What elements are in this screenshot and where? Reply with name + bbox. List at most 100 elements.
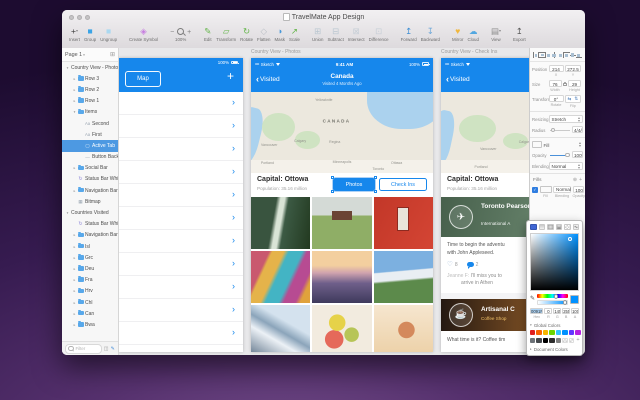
zoom-control[interactable]: −+	[170, 26, 191, 36]
toolbar-export-button[interactable]: ↥Export	[513, 26, 526, 42]
toolbar-ungroup-button[interactable]: ■Ungroup	[100, 26, 117, 42]
toolbar-scale-button[interactable]: ↗Scale	[289, 26, 300, 42]
align-left-icon[interactable]	[545, 52, 551, 58]
radius-field[interactable]: 4/4/0/0	[572, 126, 583, 133]
width-field[interactable]: 76	[549, 80, 562, 87]
layer-row-row-1[interactable]: ▸Row 1	[62, 96, 118, 107]
global-color-swatch[interactable]	[549, 338, 554, 343]
x-field[interactable]: 214	[549, 65, 564, 72]
fill-checkbox[interactable]: ✓	[532, 187, 538, 193]
page-selector[interactable]: Page 1 ▾ ⊞	[62, 48, 118, 62]
artboard-country-photos[interactable]: ••••• Sketch 9:41 AM 100% ‹ Visited Cana…	[251, 58, 433, 352]
add-fill-icon[interactable]: +	[579, 177, 582, 183]
toolbar-edit-button[interactable]: ✎Edit	[203, 26, 212, 42]
flip-horizontal-icon[interactable]: ⇆	[566, 96, 573, 102]
distribute-horizontally-icon[interactable]	[533, 52, 539, 58]
selection-handle[interactable]	[331, 190, 334, 193]
toolbar-union-button[interactable]: ⊞Union	[312, 26, 323, 42]
stepper-icon[interactable]	[579, 141, 581, 147]
toolbar-group-button[interactable]: ■Group	[84, 26, 96, 42]
layer-row-row-3[interactable]: ▸Row 3	[62, 73, 118, 84]
toolbar-create-symbol-button[interactable]: ◈Create Symbol	[129, 26, 158, 42]
toolbar-view-button[interactable]: ▤▾View	[491, 26, 501, 42]
solid-color-icon[interactable]	[530, 224, 537, 230]
layer-row-deu[interactable]: ▸Deu	[62, 263, 118, 274]
toolbar-backward-button[interactable]: ↧Backward	[421, 26, 440, 42]
distribute-vertically-icon[interactable]	[539, 52, 545, 58]
layer-row-grc[interactable]: ▸Grc	[62, 252, 118, 263]
global-colors-disclosure[interactable]: ▾ Global Colors	[530, 323, 579, 328]
layer-row-navigation-bar[interactable]: ▸Navigation Bar	[62, 185, 118, 196]
toolbar-mirror-button[interactable]: ♥Mirror	[452, 26, 463, 42]
global-color-swatch[interactable]	[530, 330, 535, 335]
layer-row-can[interactable]: ▸Can	[62, 308, 118, 319]
layer-row-navigation-bar[interactable]: ▸Navigation Bar	[62, 230, 118, 241]
fill-color-well[interactable]	[540, 186, 552, 193]
toolbar-rotate-button[interactable]: ↻Rotate	[240, 26, 253, 42]
toolbar-transform-button[interactable]: ▱Transform	[216, 26, 236, 42]
y-field[interactable]: 272.5	[565, 65, 581, 72]
layer-row-hrv[interactable]: ▸Hrv	[62, 286, 118, 297]
layer-row-status-bar-white[interactable]: ↻Status Bar White	[62, 219, 118, 230]
toolbar-difference-button[interactable]: ⊡Difference	[369, 26, 389, 42]
canvas[interactable]: Country View - Photos Country View - Che…	[119, 48, 529, 355]
global-color-swatch[interactable]	[569, 330, 574, 335]
global-color-swatch[interactable]	[543, 330, 548, 335]
fill-color-swatch[interactable]	[532, 141, 542, 148]
selection-handle[interactable]	[331, 176, 334, 179]
hue-slider[interactable]	[537, 294, 568, 298]
align-bottom-icon[interactable]	[576, 52, 582, 58]
global-color-swatch[interactable]	[543, 338, 548, 343]
flip-vertical-icon[interactable]: ⇅	[573, 96, 580, 102]
rotate-field[interactable]: 0°	[549, 95, 564, 102]
layer-row-chl[interactable]: ▸Chl	[62, 297, 118, 308]
flip-buttons[interactable]: ⇆⇅	[565, 95, 581, 103]
artboard-label-checkins[interactable]: Country View - Check Ins	[441, 49, 497, 55]
global-color-swatch[interactable]	[536, 330, 541, 335]
selection-handle[interactable]	[374, 176, 377, 179]
layer-row-bitmap[interactable]: ▦Bitmap	[62, 196, 118, 207]
toolbar-100-button[interactable]: −+100%	[170, 26, 191, 42]
global-color-swatch[interactable]	[556, 338, 561, 343]
toolbar-subtract-button[interactable]: ⊟Subtract	[327, 26, 343, 42]
saturation-brightness-picker[interactable]	[530, 233, 579, 291]
eyedropper-icon[interactable]: ✎	[530, 296, 535, 303]
pages-grid-icon[interactable]: ⊞	[110, 51, 115, 58]
align-right-icon[interactable]	[558, 52, 564, 58]
global-color-swatch[interactable]	[569, 338, 574, 343]
toolbar-forward-button[interactable]: ↥Forward	[401, 26, 417, 42]
align-center-horizontal-icon[interactable]	[551, 52, 557, 58]
global-color-swatch[interactable]	[562, 330, 567, 335]
photos-tab-button[interactable]: Photos	[333, 178, 375, 191]
radial-gradient-icon[interactable]	[547, 224, 554, 230]
alpha-slider[interactable]	[537, 300, 568, 305]
filter-input[interactable]: Filter	[65, 344, 102, 354]
gear-icon[interactable]: ⊛	[573, 177, 577, 183]
layer-row-bwa[interactable]: ▸Bwa	[62, 319, 118, 330]
document-colors-disclosure[interactable]: ▸ Document Colors	[530, 347, 579, 352]
toolbar-flatten-button[interactable]: ◇Flatten	[257, 26, 270, 42]
layer-row-countries-visited[interactable]: ▾Countries Visited	[62, 207, 118, 218]
global-color-swatch[interactable]	[549, 330, 554, 335]
layer-row-items[interactable]: ▾Items	[62, 107, 118, 118]
toolbar-mask-button[interactable]: ◑Mask	[274, 26, 285, 42]
layer-row-first[interactable]: AaFirst	[62, 129, 118, 140]
selection-handle[interactable]	[374, 190, 377, 193]
red-field[interactable]: 0	[544, 308, 552, 315]
align-middle-icon[interactable]	[570, 52, 576, 58]
layer-row-isl[interactable]: ▸Isl	[62, 241, 118, 252]
fill-opacity-field[interactable]: 100%	[573, 186, 584, 193]
global-color-swatch[interactable]	[575, 330, 580, 335]
layer-row-second[interactable]: AaSecond	[62, 118, 118, 129]
alpha-field[interactable]: 100	[571, 308, 579, 315]
global-color-swatch[interactable]	[556, 330, 561, 335]
layer-row-fra[interactable]: ▸Fra	[62, 275, 118, 286]
opacity-slider[interactable]	[549, 151, 571, 159]
layer-row-country-view-photos[interactable]: ▾Country View - Photos	[62, 62, 118, 73]
blending-select[interactable]: Normal	[549, 162, 584, 170]
global-color-swatch[interactable]	[536, 338, 541, 343]
layer-row-status-bar-white[interactable]: ↻Status Bar White	[62, 174, 118, 185]
badge-icon[interactable]: ◫	[104, 346, 109, 352]
green-field[interactable]: 145	[553, 308, 561, 315]
toolbar-cloud-button[interactable]: ☁Cloud	[467, 26, 478, 42]
